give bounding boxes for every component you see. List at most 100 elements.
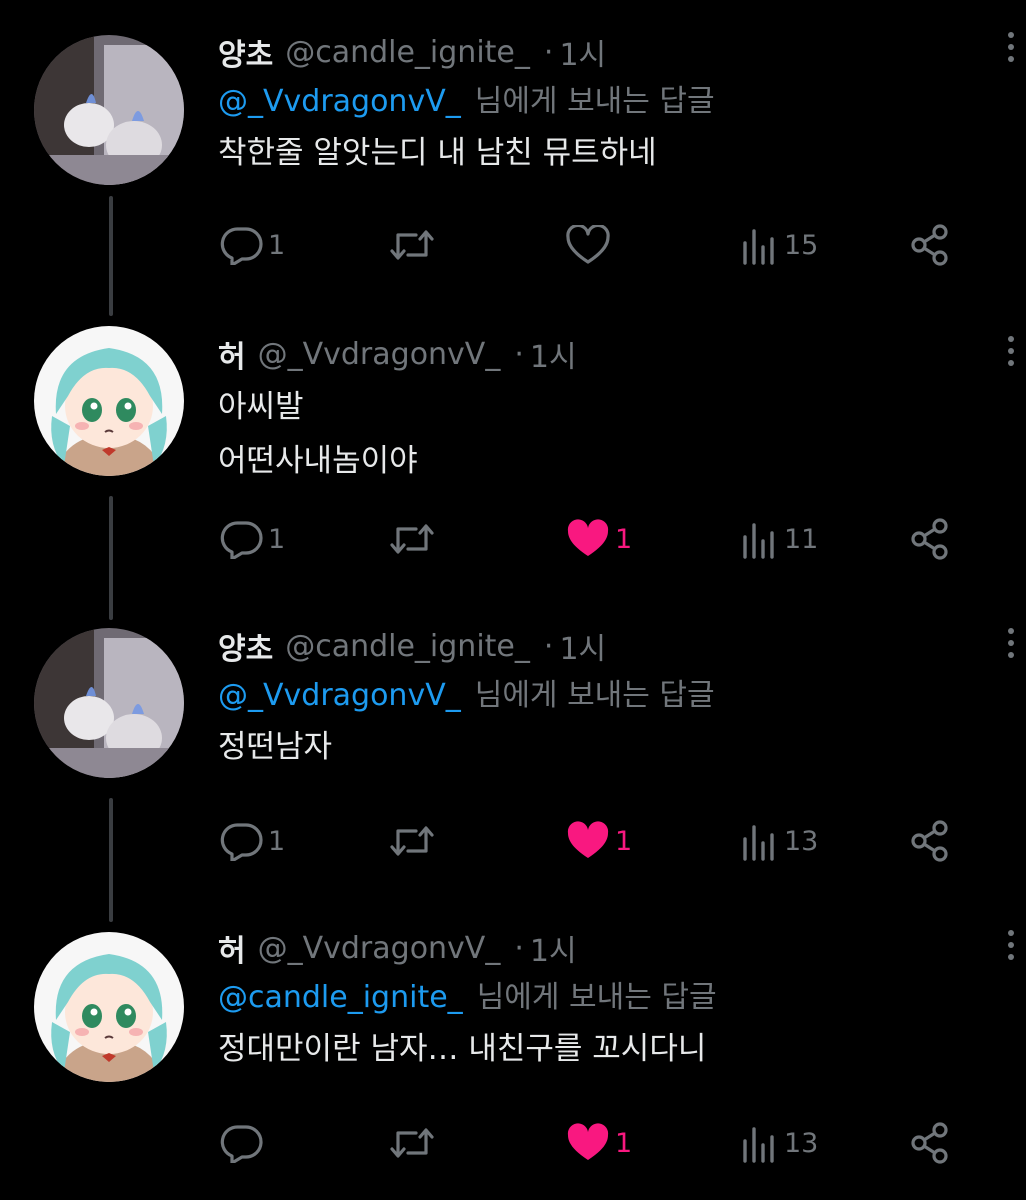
retweet-icon [390,826,434,856]
reply-to-line: @candle_ignite_ 님에게 보내는 답글 [218,978,986,1018]
display-name[interactable]: 양초 [218,624,273,668]
share-button[interactable] [908,512,952,566]
separator-dot: · [543,34,554,70]
avatar[interactable] [34,326,184,476]
reply-to-mention[interactable]: @candle_ignite_ [218,980,463,1015]
avatar[interactable] [34,35,184,185]
action-bar: 1 1 13 [218,814,978,868]
like-icon [567,821,609,858]
user-handle[interactable]: @candle_ignite_ [285,629,530,664]
like-button[interactable] [565,218,615,272]
view-count: 11 [784,523,819,555]
like-count: 1 [615,1127,633,1159]
reply-count: 1 [268,825,286,857]
action-bar: 1 13 [218,1116,978,1170]
timestamp[interactable]: 1시 [559,624,606,668]
timestamp[interactable]: 1시 [530,926,577,970]
reply-icon [220,1125,263,1163]
candle-avatar-image [34,628,184,778]
like-icon [567,1123,609,1160]
tweet-header: 허 @_VvdragonvV_ · 1시 [218,930,986,970]
view-count: 13 [784,825,819,857]
reply-to-mention[interactable]: @_VvdragonvV_ [218,84,461,119]
views-button[interactable]: 13 [740,814,818,868]
more-icon[interactable] [1004,336,1018,376]
retweet-icon [390,1128,434,1158]
avatar[interactable] [34,932,184,1082]
reply-to-line: @_VvdragonvV_ 님에게 보내는 답글 [218,82,986,122]
views-icon [743,825,774,861]
share-button[interactable] [908,218,952,272]
like-button[interactable]: 1 [565,1116,632,1170]
avatar[interactable] [34,628,184,778]
views-button[interactable]: 13 [740,1116,818,1170]
share-button[interactable] [908,1116,952,1170]
tweet-header: 양초 @candle_ignite_ · 1시 [218,628,986,668]
tweet-text: 정떤남자 [218,720,986,774]
timestamp[interactable]: 1시 [530,332,577,376]
retweet-button[interactable] [388,814,440,868]
reply-button[interactable]: 1 [218,814,285,868]
reply-to-line: @_VvdragonvV_ 님에게 보내는 답글 [218,676,986,716]
display-name[interactable]: 양초 [218,30,273,74]
action-bar: 1 15 [218,218,978,272]
share-button[interactable] [908,814,952,868]
more-icon[interactable] [1004,930,1018,970]
views-icon [743,523,774,559]
reply-icon [220,521,263,559]
reply-to-suffix: 님에게 보내는 답글 [476,980,717,1015]
anime-girl-avatar-image [34,326,184,476]
tweet[interactable]: 양초 @candle_ignite_ · 1시 @_VvdragonvV_ 님에게… [0,0,1026,300]
like-count: 1 [615,825,633,857]
tweet-header: 허 @_VvdragonvV_ · 1시 [218,336,986,376]
retweet-icon [390,230,434,260]
reply-to-suffix: 님에게 보내는 답글 [474,84,715,119]
tweet[interactable]: 허 @_VvdragonvV_ · 1시 @candle_ignite_ 님에게 … [0,900,1026,1200]
tweet-text-line: 아씨발 [218,389,304,425]
display-name[interactable]: 허 [218,332,246,376]
like-count: 1 [615,523,633,555]
reply-count: 1 [268,523,286,555]
like-button[interactable]: 1 [565,512,632,566]
tweet-header: 양초 @candle_ignite_ · 1시 [218,34,986,74]
retweet-icon [390,524,434,554]
display-name[interactable]: 허 [218,926,246,970]
reply-button[interactable]: 1 [218,218,285,272]
tweet-text-line: 착한줄 알앗는디 내 남친 뮤트하네 [218,135,657,171]
more-icon[interactable] [1004,32,1018,72]
like-icon [566,225,610,264]
more-icon[interactable] [1004,628,1018,668]
share-icon [911,1122,948,1164]
share-icon [911,518,948,560]
reply-to-mention[interactable]: @_VvdragonvV_ [218,678,461,713]
reply-button[interactable] [218,1116,268,1170]
reply-icon [220,227,263,265]
tweet-text-line: 정대만이란 남자… 내친구를 꼬시다니 [218,1031,707,1067]
retweet-button[interactable] [388,512,440,566]
user-handle[interactable]: @_VvdragonvV_ [258,337,501,372]
reply-icon [220,823,263,861]
views-icon [743,229,774,265]
views-button[interactable]: 15 [740,218,818,272]
views-button[interactable]: 11 [740,512,818,566]
separator-dot: · [514,930,524,966]
like-button[interactable]: 1 [565,814,632,868]
user-handle[interactable]: @_VvdragonvV_ [258,931,501,966]
candle-avatar-image [34,35,184,185]
tweet-text-line: 어떤사내놈이야 [218,443,418,479]
reply-count: 1 [268,229,286,261]
tweet[interactable]: 양초 @candle_ignite_ · 1시 @_VvdragonvV_ 님에게… [0,600,1026,900]
user-handle[interactable]: @candle_ignite_ [285,35,530,70]
tweet-text: 아씨발 어떤사내놈이야 [218,380,986,488]
retweet-button[interactable] [388,218,440,272]
anime-girl-avatar-image [34,932,184,1082]
reply-to-suffix: 님에게 보내는 답글 [474,678,715,713]
share-icon [911,820,948,862]
retweet-button[interactable] [388,1116,440,1170]
separator-dot: · [514,336,524,372]
tweet[interactable]: 허 @_VvdragonvV_ · 1시 아씨발 어떤사내놈이야 1 1 11 [0,300,1026,600]
timestamp[interactable]: 1시 [559,30,606,74]
tweet-text: 착한줄 알앗는디 내 남친 뮤트하네 [218,126,986,180]
reply-button[interactable]: 1 [218,512,285,566]
action-bar: 1 1 11 [218,512,978,566]
